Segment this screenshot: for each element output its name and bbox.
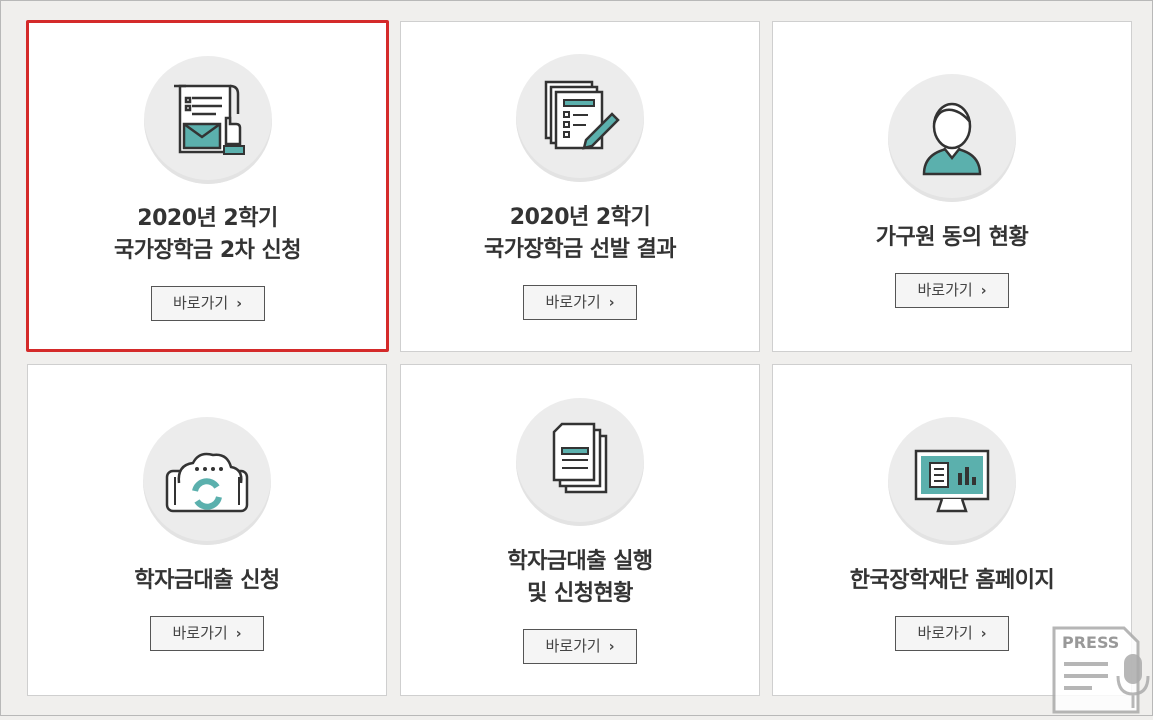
chevron-right-icon: › bbox=[608, 639, 615, 655]
go-button-label: 바로가기 bbox=[172, 624, 228, 642]
card-title-line1: 2020년 2학기 bbox=[137, 206, 278, 231]
card-title-line1: 학자금대출 실행 bbox=[507, 549, 653, 574]
go-button[interactable]: 바로가기 › bbox=[895, 273, 1009, 308]
documents-pen-icon bbox=[516, 54, 644, 182]
card-title: 2020년 2학기 국가장학금 2차 신청 bbox=[29, 203, 386, 267]
card-title-line1: 2020년 2학기 bbox=[509, 205, 651, 230]
go-button-label: 바로가기 bbox=[545, 637, 601, 655]
card-title-line2: 및 신청현황 bbox=[527, 581, 633, 606]
card-student-loan-application[interactable]: 학자금대출 신청 바로가기 › bbox=[27, 364, 387, 696]
card-title: 학자금대출 신청 bbox=[28, 565, 386, 597]
person-icon bbox=[888, 74, 1016, 202]
card-title-line1: 학자금대출 신청 bbox=[134, 568, 280, 593]
go-button[interactable]: 바로가기 › bbox=[895, 616, 1009, 651]
go-button[interactable]: 바로가기 › bbox=[523, 629, 637, 664]
go-button-label: 바로가기 bbox=[173, 294, 229, 312]
chevron-right-icon: › bbox=[235, 626, 242, 642]
go-button[interactable]: 바로가기 › bbox=[150, 286, 265, 321]
card-household-consent-status[interactable]: 가구원 동의 현황 바로가기 › bbox=[772, 21, 1132, 352]
chevron-right-icon: › bbox=[980, 626, 987, 642]
press-microphone-icon: PRESS bbox=[1052, 626, 1150, 714]
card-title: 가구원 동의 현황 bbox=[773, 222, 1131, 254]
card-title-line1: 한국장학재단 홈페이지 bbox=[849, 568, 1055, 593]
monitor-icon bbox=[888, 417, 1016, 545]
go-button[interactable]: 바로가기 › bbox=[150, 616, 264, 651]
go-button[interactable]: 바로가기 › bbox=[523, 285, 637, 320]
go-button-label: 바로가기 bbox=[917, 281, 973, 299]
press-badge: PRESS bbox=[1052, 624, 1152, 716]
go-button-label: 바로가기 bbox=[917, 624, 973, 642]
go-button-label: 바로가기 bbox=[545, 293, 601, 311]
document-stack-icon bbox=[516, 398, 644, 526]
chevron-right-icon: › bbox=[980, 283, 987, 299]
card-title-line2: 국가장학금 2차 신청 bbox=[113, 238, 302, 263]
card-title-line2: 국가장학금 선발 결과 bbox=[484, 237, 676, 262]
card-title: 한국장학재단 홈페이지 bbox=[773, 565, 1131, 597]
press-label: PRESS bbox=[1062, 633, 1119, 652]
letter-document-icon bbox=[143, 56, 272, 184]
card-title: 학자금대출 실행 및 신청현황 bbox=[401, 546, 759, 610]
chevron-right-icon: › bbox=[236, 296, 242, 312]
card-scholarship-2nd-application[interactable]: 2020년 2학기 국가장학금 2차 신청 바로가기 › bbox=[26, 20, 389, 352]
card-title: 2020년 2학기 국가장학금 선발 결과 bbox=[401, 202, 759, 266]
chevron-right-icon: › bbox=[608, 295, 615, 311]
card-student-loan-execution-status[interactable]: 학자금대출 실행 및 신청현황 바로가기 › bbox=[400, 364, 760, 696]
card-title-line1: 가구원 동의 현황 bbox=[875, 225, 1029, 250]
card-scholarship-selection-result[interactable]: 2020년 2학기 국가장학금 선발 결과 바로가기 › bbox=[400, 21, 760, 352]
cloud-sync-tablet-icon bbox=[143, 417, 271, 545]
